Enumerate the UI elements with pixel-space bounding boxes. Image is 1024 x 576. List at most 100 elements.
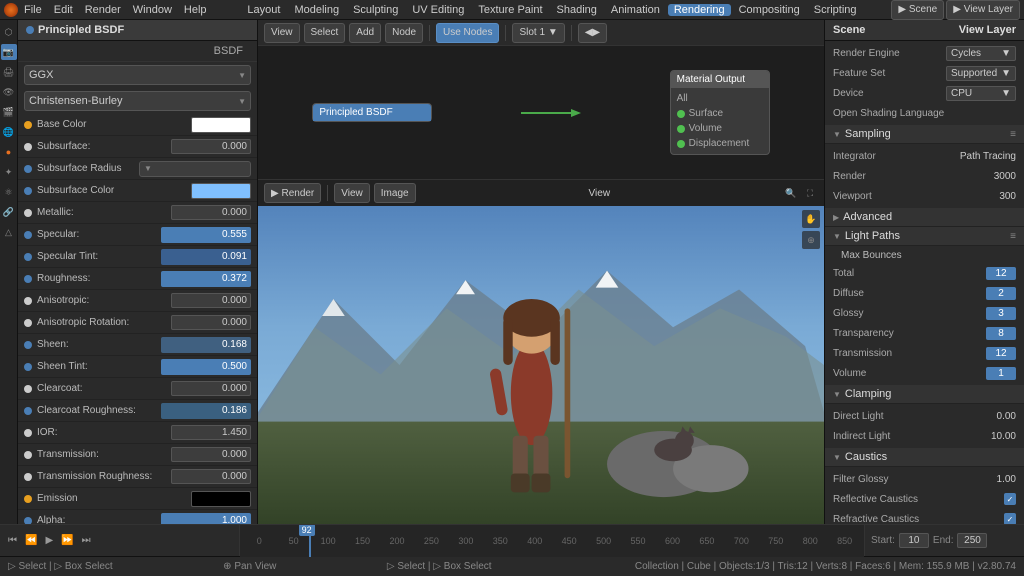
tab-animation[interactable]: Animation (605, 4, 666, 16)
prop-input-anisotropic[interactable] (171, 293, 251, 308)
reflective-caustics-checkbox[interactable]: ✓ (1004, 493, 1016, 505)
vp-render-btn[interactable]: ▶ Render (264, 183, 321, 203)
prop-sheen-tint[interactable]: Sheen Tint: 0.500 (18, 356, 257, 378)
distribution-dropdown[interactable]: GGX ▼ (24, 65, 251, 85)
bounce-transparency-value[interactable]: 8 (986, 327, 1016, 340)
tab-texture-paint[interactable]: Texture Paint (472, 4, 548, 16)
play-btn[interactable]: ▶ (43, 533, 55, 548)
prop-clearcoat-roughness[interactable]: Clearcoat Roughness: 0.186 (18, 400, 257, 422)
end-frame-input[interactable] (957, 533, 987, 548)
icon-output[interactable]: 🖨 (1, 64, 17, 80)
prop-base-color[interactable]: Base Color (18, 114, 257, 136)
icon-render[interactable]: 📷 (1, 44, 17, 60)
light-paths-menu-icon[interactable]: ≡ (1010, 231, 1016, 242)
prop-roughness[interactable]: Roughness: 0.372 (18, 268, 257, 290)
prop-input-transmission[interactable] (171, 447, 251, 462)
filter-glossy-value[interactable]: 1.00 (997, 474, 1016, 485)
zoom-icon[interactable]: 🔍 (783, 185, 799, 201)
prop-input-clearcoat[interactable] (171, 381, 251, 396)
prop-emission[interactable]: Emission (18, 488, 257, 510)
distribution-dropdown-row[interactable]: GGX ▼ (18, 62, 257, 88)
fullscreen-icon[interactable]: ⛶ (802, 185, 818, 201)
node-view-btn[interactable]: View (264, 23, 300, 43)
tab-compositing[interactable]: Compositing (733, 4, 806, 16)
advanced-section-header[interactable]: ▶ Advanced (825, 208, 1024, 227)
viewport[interactable]: ▶ Render View Image View 🔍 ⛶ (258, 180, 824, 524)
view-layer-selector[interactable]: ▶ View Layer (946, 0, 1020, 20)
prop-sheen[interactable]: Sheen: 0.168 (18, 334, 257, 356)
vp-view-btn[interactable]: View (334, 183, 370, 203)
scene-selector[interactable]: ▶ Scene (891, 0, 944, 20)
menu-file[interactable]: File (18, 4, 48, 16)
node-select-btn[interactable]: Select (304, 23, 346, 43)
timeline-ruler[interactable]: 0 50 100 150 200 250 300 350 400 450 500… (240, 525, 864, 557)
icon-material[interactable]: ● (1, 144, 17, 160)
prop-metallic[interactable]: Metallic: (18, 202, 257, 224)
icon-object[interactable]: ⬡ (1, 24, 17, 40)
specular-bar[interactable]: 0.555 (161, 227, 251, 243)
prev-frame-btn[interactable]: ⏪ (23, 533, 39, 548)
icon-constraints[interactable]: 🔗 (1, 204, 17, 220)
tab-shading[interactable]: Shading (551, 4, 603, 16)
icon-scene[interactable]: 🎬 (1, 104, 17, 120)
refractive-caustics-checkbox[interactable]: ✓ (1004, 513, 1016, 524)
tab-layout[interactable]: Layout (241, 4, 286, 16)
menu-window[interactable]: Window (127, 4, 178, 16)
emission-swatch[interactable] (191, 491, 251, 507)
device-dropdown[interactable]: CPU ▼ (946, 86, 1016, 101)
prop-input-aniso-rot[interactable] (171, 315, 251, 330)
roughness-bar[interactable]: 0.372 (161, 271, 251, 287)
icon-particles[interactable]: ✦ (1, 164, 17, 180)
vp-image-btn[interactable]: Image (374, 183, 416, 203)
prop-input-subsurface[interactable] (171, 139, 251, 154)
material-output-node[interactable]: Material Output All Surface Volume (670, 70, 770, 155)
bounce-glossy-value[interactable]: 3 (986, 307, 1016, 320)
tab-scripting[interactable]: Scripting (808, 4, 863, 16)
prop-specular[interactable]: Specular: 0.555 (18, 224, 257, 246)
sampling-section-header[interactable]: ▼ Sampling ≡ (825, 125, 1024, 144)
render-samples-value[interactable]: 3000 (994, 171, 1016, 182)
bounce-diffuse-value[interactable]: 2 (986, 287, 1016, 300)
prop-subsurface[interactable]: Subsurface: (18, 136, 257, 158)
node-node-btn[interactable]: Node (385, 23, 423, 43)
prop-input-ior[interactable] (171, 425, 251, 440)
prop-alpha[interactable]: Alpha: 1.000 (18, 510, 257, 524)
node-right-toolbar[interactable]: ◀▶ (578, 23, 607, 43)
direct-light-value[interactable]: 0.00 (997, 411, 1016, 422)
prop-input-metallic[interactable] (171, 205, 251, 220)
subsurface-method-dropdown[interactable]: Christensen-Burley ▼ (24, 91, 251, 111)
bounce-transmission-value[interactable]: 12 (986, 347, 1016, 360)
viewport-samples-value[interactable]: 300 (999, 191, 1016, 202)
icon-data[interactable]: △ (1, 224, 17, 240)
prop-specular-tint[interactable]: Specular Tint: 0.091 (18, 246, 257, 268)
next-frame-btn[interactable]: ⏩ (59, 533, 75, 548)
icon-world[interactable]: 🌐 (1, 124, 17, 140)
icon-physics[interactable]: ⚛ (1, 184, 17, 200)
prop-clearcoat[interactable]: Clearcoat: (18, 378, 257, 400)
node-canvas[interactable]: Principled BSDF Material Output All (258, 46, 824, 179)
cc-roughness-bar[interactable]: 0.186 (161, 403, 251, 419)
node-add-btn[interactable]: Add (349, 23, 381, 43)
subsurface-method-dropdown-row[interactable]: Christensen-Burley ▼ (18, 88, 257, 114)
start-frame-input[interactable] (899, 533, 929, 548)
caustics-section-header[interactable]: ▼ Caustics (825, 448, 1024, 467)
render-engine-dropdown[interactable]: Cycles ▼ (946, 46, 1016, 61)
sheen-bar[interactable]: 0.168 (161, 337, 251, 353)
indirect-light-value[interactable]: 10.00 (991, 431, 1016, 442)
bounce-total-value[interactable]: 12 (986, 267, 1016, 280)
tab-sculpting[interactable]: Sculpting (347, 4, 404, 16)
prop-anisotropic-rotation[interactable]: Anisotropic Rotation: (18, 312, 257, 334)
icon-view[interactable]: 👁 (1, 84, 17, 100)
menu-render[interactable]: Render (79, 4, 127, 16)
sampling-menu-icon[interactable]: ≡ (1010, 129, 1016, 140)
node-use-nodes-btn[interactable]: Use Nodes (436, 23, 499, 43)
tab-rendering[interactable]: Rendering (668, 4, 731, 16)
menu-edit[interactable]: Edit (48, 4, 79, 16)
prop-transmission[interactable]: Transmission: (18, 444, 257, 466)
hand-icon[interactable]: ✋ (802, 210, 820, 228)
principled-bsdf-node[interactable]: Principled BSDF (312, 103, 432, 122)
prop-ior[interactable]: IOR: (18, 422, 257, 444)
base-color-swatch[interactable] (191, 117, 251, 133)
feature-set-dropdown[interactable]: Supported ▼ (946, 66, 1016, 81)
playback-btn[interactable]: ⏮ (6, 533, 19, 548)
